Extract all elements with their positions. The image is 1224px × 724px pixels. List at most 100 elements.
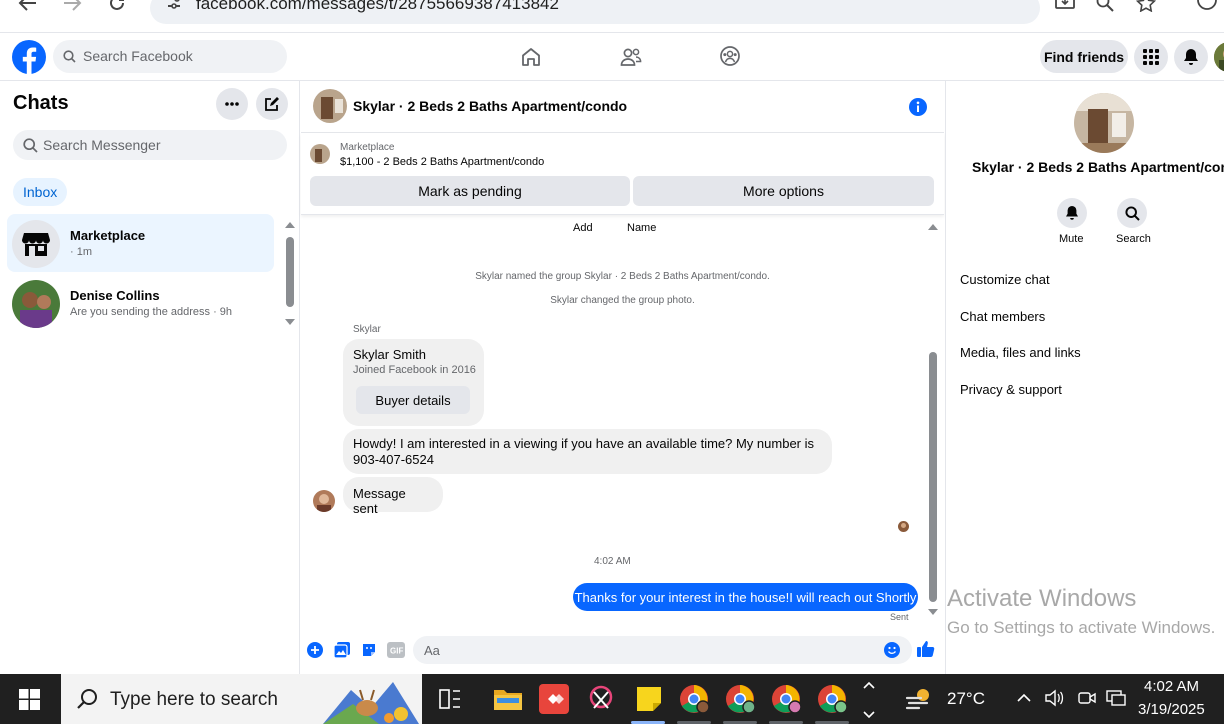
messenger-search-placeholder: Search Messenger [43,137,161,153]
compose-icon [264,96,280,112]
more-options-button[interactable]: More options [633,176,934,206]
thumbs-up-icon[interactable] [917,640,935,658]
conversation-scrollbar[interactable] [926,221,940,621]
new-message-button[interactable] [256,88,288,120]
activate-windows-title: Activate Windows [947,585,1137,612]
privacy-support-link[interactable]: Privacy & support [960,382,1062,397]
profile-icon[interactable] [1196,0,1218,12]
zoom-icon[interactable] [1096,0,1114,12]
photo-icon[interactable] [334,642,350,658]
taskbar-search-placeholder: Type here to search [110,689,278,710]
chat-item-marketplace[interactable]: Marketplace · 1m [7,214,274,272]
site-settings-icon[interactable] [166,0,182,10]
gif-icon[interactable]: GIF [387,642,405,658]
chat-preview: Are you sending the address · 9h [70,306,233,318]
install-app-icon[interactable] [1054,0,1076,12]
sidebar-scrollbar[interactable] [284,219,296,329]
taskbar-search-input[interactable]: Type here to search [61,674,422,724]
sticker-icon[interactable] [361,642,377,658]
messenger-search-input[interactable]: Search Messenger [13,130,287,160]
bell-icon [1183,48,1199,66]
back-arrow-icon[interactable] [18,0,38,12]
tab-inbox[interactable]: Inbox [13,178,68,206]
notifications-button[interactable] [1174,40,1208,74]
bell-icon [1065,205,1079,221]
read-receipt-avatar [898,521,909,532]
search-icon [63,50,76,63]
groups-icon[interactable] [719,45,741,67]
search-conversation-button[interactable] [1117,198,1147,228]
chat-item-denise-collins[interactable]: Denise Collins Are you sending the addre… [7,274,274,332]
sticky-notes-icon[interactable] [634,684,664,714]
search-icon [23,138,38,153]
facebook-logo-icon[interactable] [12,40,46,74]
chrome-profile-4-icon[interactable] [817,684,847,714]
sent-status-label: Sent [890,612,909,622]
mute-button[interactable] [1057,198,1087,228]
forward-arrow-icon[interactable] [62,0,82,12]
message-composer-input[interactable]: Aa [413,636,912,664]
menu-grid-button[interactable] [1134,40,1168,74]
mark-as-pending-button[interactable]: Mark as pending [310,176,630,206]
sender-avatar[interactable] [313,490,335,512]
marketplace-label: Marketplace [340,142,395,153]
store-icon [12,220,60,268]
search-label: Search [1116,233,1151,245]
show-hidden-icons-icon[interactable] [1016,691,1032,703]
network-icon[interactable] [1106,689,1126,707]
grid-icon [1143,49,1159,65]
url-text: facebook.com/messages/t/2875566938741384… [196,0,559,13]
profile-card-name: Skylar Smith [353,347,426,362]
volume-icon[interactable] [1044,689,1064,707]
account-avatar[interactable] [1214,42,1224,72]
meet-now-icon[interactable] [1077,689,1097,707]
sender-label: Skylar [353,324,381,335]
weather-temperature[interactable]: 27°C [947,689,985,709]
group-photo-avatar[interactable] [313,89,347,123]
outgoing-message-bubble[interactable]: Thanks for your interest in the house!I … [573,583,918,611]
search-highlight-image [323,674,419,724]
listing-title[interactable]: $1,100 - 2 Beds 2 Baths Apartment/condo [340,156,544,168]
listing-thumbnail[interactable] [310,144,330,164]
group-photo-large[interactable] [1074,93,1134,153]
conversation-header: Skylar · 2 Beds 2 Baths Apartment/condo [301,81,944,133]
taskbar-time[interactable]: 4:02 AM [1144,678,1199,695]
chat-members-link[interactable]: Chat members [960,309,1045,324]
anydesk-icon[interactable] [539,684,569,714]
find-friends-button[interactable]: Find friends [1040,40,1128,73]
taskbar-scroll-arrows-icon[interactable] [862,678,876,722]
incoming-message-bubble[interactable]: Howdy! I am interested in a viewing if y… [343,429,832,474]
add-action-label[interactable]: Add [573,222,593,234]
friends-icon[interactable] [619,46,643,68]
emoji-icon[interactable] [884,642,900,658]
facebook-search-placeholder: Search Facebook [83,48,193,64]
chrome-profile-2-icon[interactable] [725,684,755,714]
activate-windows-subtitle: Go to Settings to activate Windows. [947,618,1216,637]
chrome-profile-1-icon[interactable] [679,684,709,714]
task-view-icon[interactable] [439,688,461,710]
chat-options-button[interactable] [216,88,248,120]
plus-icon[interactable] [307,642,323,658]
file-explorer-icon[interactable] [493,684,523,714]
info-icon[interactable] [908,97,928,117]
name-action-label[interactable]: Name [627,222,656,234]
taskbar-date[interactable]: 3/19/2025 [1138,701,1205,718]
weather-icon[interactable] [905,686,935,712]
facebook-search-input[interactable]: Search Facebook [53,40,287,73]
reload-icon[interactable] [108,0,126,12]
svg-text:GIF: GIF [390,647,403,656]
system-message: Skylar named the group Skylar · 2 Beds 2… [475,271,770,282]
conversation-title[interactable]: Skylar · 2 Beds 2 Baths Apartment/condo [353,98,627,114]
chrome-profile-3-icon[interactable] [771,684,801,714]
home-icon[interactable] [520,46,542,68]
media-files-links-link[interactable]: Media, files and links [960,345,1081,360]
chat-name: Marketplace [70,228,146,243]
bookmark-star-icon[interactable] [1136,0,1156,12]
conversation-details-pane: Skylar · 2 Beds 2 Baths Apartment/condo … [945,81,1224,674]
chat-preview: · 1m [70,246,92,258]
snipping-tool-icon[interactable] [586,684,616,714]
customize-chat-link[interactable]: Customize chat [960,272,1050,287]
status-message-bubble[interactable]: Message sent [343,477,443,516]
buyer-details-button[interactable]: Buyer details [356,386,470,414]
windows-start-icon[interactable] [19,689,40,710]
